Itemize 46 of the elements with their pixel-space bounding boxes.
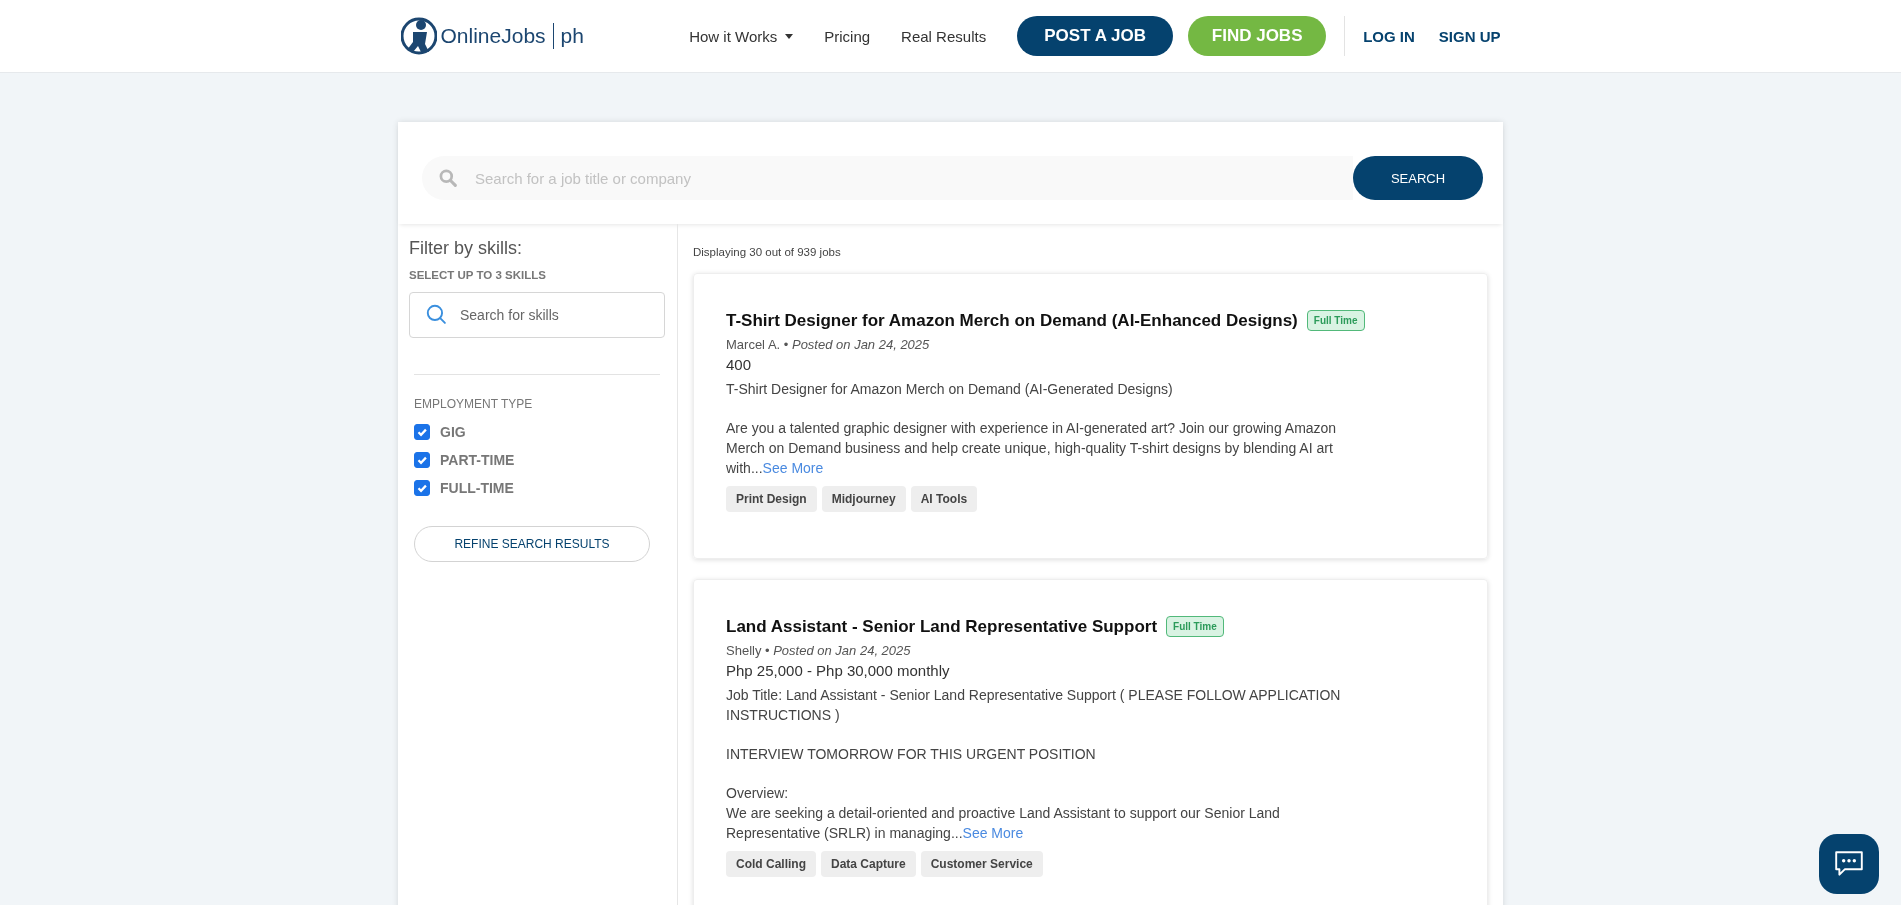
checkbox[interactable] (414, 424, 430, 440)
job-pay: Php 25,000 - Php 30,000 monthly (726, 662, 951, 679)
job-description: Overview: We are seeking a detail-oriented and proactive Land Assistant to support our Senior Land Representative (SRLR) in managing...See More (726, 784, 1281, 843)
skill-tag[interactable]: Data Capture (821, 851, 916, 877)
search-button[interactable]: SEARCH (1353, 156, 1483, 200)
logo-text[interactable]: OnlineJobs (440, 24, 546, 48)
see-more-link[interactable]: See More (962, 825, 1024, 841)
job-title[interactable]: T-Shirt Designer for Amazon Merch on Demand (AI-Enhanced Designs) (726, 310, 1298, 331)
see-more-link[interactable]: See More (762, 460, 824, 476)
refine-button[interactable]: REFINE SEARCH RESULTS (414, 526, 650, 562)
job-description: Are you a talented graphic designer with experience in AI-generated art? Join our growing Amazon Merch on Demand business and help create unique, high-quality T-shirt designs by blending AI art with...See More (726, 419, 1338, 478)
job-type-badge: Full Time (1166, 616, 1224, 637)
chat-button[interactable] (1819, 834, 1879, 894)
nav-link[interactable]: Real Results (901, 27, 987, 45)
job-description: T-Shirt Designer for Amazon Merch on Demand (AI-Generated Designs) (726, 380, 1174, 399)
nav-button[interactable]: POST A JOB (1017, 16, 1174, 56)
skill-tag[interactable]: Customer Service (920, 851, 1043, 877)
logo-figure-icon (400, 16, 437, 56)
chat-bubble-icon (1833, 850, 1865, 878)
checkbox[interactable] (414, 480, 430, 496)
skill-search-field[interactable]: Search for skills (409, 292, 665, 338)
job-description: Job Title: Land Assistant - Senior Land Representative Support ( PLEASE FOLLOW APPLICATION INSTRUCTIONS ) (726, 686, 1341, 725)
checkbox-label[interactable]: GIG (440, 424, 466, 440)
skill-tag[interactable]: AI Tools (910, 486, 978, 512)
employment-type-heading: EMPLOYMENT TYPE (414, 397, 534, 411)
job-type-badge: Full Time (1306, 310, 1365, 331)
nav-dropdown[interactable]: How it Works (689, 27, 794, 45)
auth-link[interactable]: SIGN UP (1438, 27, 1501, 45)
job-description: INTERVIEW TOMORROW FOR THIS URGENT POSITION (726, 745, 1097, 764)
filter-title: Filter by skills: (409, 238, 523, 259)
checkbox[interactable] (414, 452, 430, 468)
filter-subtitle: SELECT UP TO 3 SKILLS (409, 269, 547, 281)
auth-link[interactable]: LOG IN (1363, 27, 1415, 45)
skill-tag[interactable]: Midjourney (821, 486, 906, 512)
job-meta: Shelly • Posted on Jan 24, 2025 (726, 643, 912, 658)
job-pay: 400 (726, 356, 753, 373)
caret-icon (785, 33, 794, 39)
logo-suffix[interactable]: ph (560, 24, 584, 48)
results-count: Displaying 30 out of 939 jobs (693, 246, 842, 258)
job-meta: Marcel A. • Posted on Jan 24, 2025 (726, 337, 931, 352)
checkbox-label[interactable]: FULL-TIME (440, 480, 514, 496)
checkbox-label[interactable]: PART-TIME (440, 452, 515, 468)
skill-tag[interactable]: Print Design (726, 486, 817, 512)
skill-tag[interactable]: Cold Calling (726, 851, 816, 877)
job-title[interactable]: Land Assistant - Senior Land Representative Support (726, 616, 1158, 637)
nav-link[interactable]: Pricing (824, 27, 871, 45)
